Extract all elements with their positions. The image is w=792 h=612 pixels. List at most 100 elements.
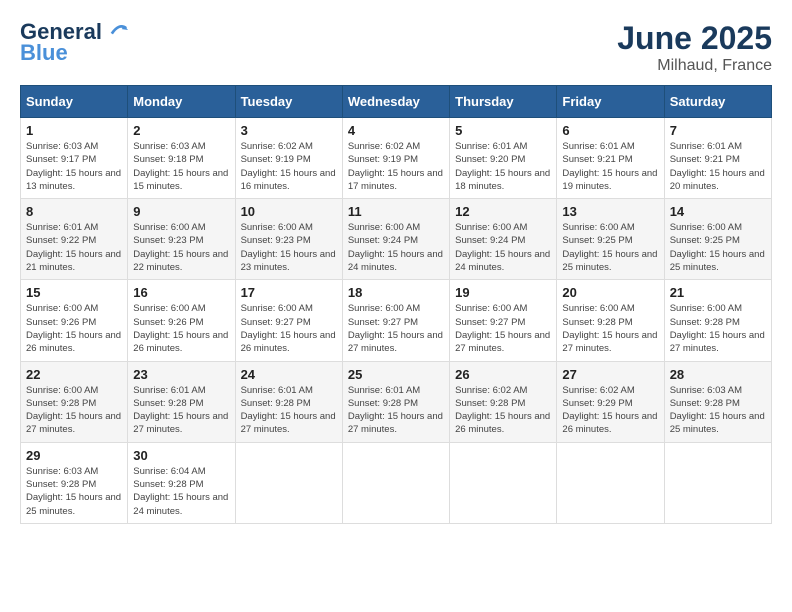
week-row-next: 22 Sunrise: 6:00 AM Sunset: 9:28 PM Dayl… — [21, 361, 772, 442]
day-number: 11 — [348, 204, 444, 219]
day-info: Sunrise: 6:00 AM Sunset: 9:27 PM Dayligh… — [455, 302, 551, 355]
day-info: Sunrise: 6:01 AM Sunset: 9:22 PM Dayligh… — [26, 221, 122, 274]
day-number: 6 — [562, 123, 658, 138]
day-info: Sunrise: 6:03 AM Sunset: 9:18 PM Dayligh… — [133, 140, 229, 193]
day-info: Sunrise: 6:01 AM Sunset: 9:20 PM Dayligh… — [455, 140, 551, 193]
empty-cell — [450, 442, 557, 523]
logo-icon — [110, 21, 128, 39]
day-number: 14 — [670, 204, 766, 219]
day-info: Sunrise: 6:00 AM Sunset: 9:24 PM Dayligh… — [455, 221, 551, 274]
day-info: Sunrise: 6:01 AM Sunset: 9:28 PM Dayligh… — [133, 384, 229, 437]
logo: General Blue — [20, 20, 128, 66]
day-info: Sunrise: 6:00 AM Sunset: 9:28 PM Dayligh… — [670, 302, 766, 355]
day-number: 15 — [26, 285, 122, 300]
day-cell-25: 25 Sunrise: 6:01 AM Sunset: 9:28 PM Dayl… — [342, 361, 449, 442]
day-number: 19 — [455, 285, 551, 300]
day-cell-30: 30 Sunrise: 6:04 AM Sunset: 9:28 PM Dayl… — [128, 442, 235, 523]
day-number: 21 — [670, 285, 766, 300]
day-info: Sunrise: 6:01 AM Sunset: 9:21 PM Dayligh… — [670, 140, 766, 193]
day-info: Sunrise: 6:02 AM Sunset: 9:29 PM Dayligh… — [562, 384, 658, 437]
day-cell-12: 12 Sunrise: 6:00 AM Sunset: 9:24 PM Dayl… — [450, 199, 557, 280]
location-title: Milhaud, France — [617, 57, 772, 75]
day-number: 20 — [562, 285, 658, 300]
header-friday: Friday — [557, 86, 664, 118]
day-info: Sunrise: 6:00 AM Sunset: 9:28 PM Dayligh… — [26, 384, 122, 437]
day-cell-1: 1 Sunrise: 6:03 AM Sunset: 9:17 PM Dayli… — [21, 118, 128, 199]
day-number: 2 — [133, 123, 229, 138]
day-number: 3 — [241, 123, 337, 138]
empty-cell — [235, 442, 342, 523]
header: General Blue June 2025 Milhaud, France — [20, 20, 772, 75]
day-number: 9 — [133, 204, 229, 219]
day-number: 5 — [455, 123, 551, 138]
calendar: Sunday Monday Tuesday Wednesday Thursday… — [20, 85, 772, 524]
day-cell-6: 6 Sunrise: 6:01 AM Sunset: 9:21 PM Dayli… — [557, 118, 664, 199]
day-cell-15: 15 Sunrise: 6:00 AM Sunset: 9:26 PM Dayl… — [21, 280, 128, 361]
day-cell-27: 27 Sunrise: 6:02 AM Sunset: 9:29 PM Dayl… — [557, 361, 664, 442]
day-info: Sunrise: 6:04 AM Sunset: 9:28 PM Dayligh… — [133, 465, 229, 518]
day-info: Sunrise: 6:01 AM Sunset: 9:28 PM Dayligh… — [241, 384, 337, 437]
day-cell-21: 21 Sunrise: 6:00 AM Sunset: 9:28 PM Dayl… — [664, 280, 771, 361]
day-number: 28 — [670, 367, 766, 382]
header-monday: Monday — [128, 86, 235, 118]
week-row-1: 1 Sunrise: 6:03 AM Sunset: 9:17 PM Dayli… — [21, 118, 772, 199]
day-number: 24 — [241, 367, 337, 382]
day-number: 13 — [562, 204, 658, 219]
title-area: June 2025 Milhaud, France — [617, 20, 772, 75]
day-cell-16: 16 Sunrise: 6:00 AM Sunset: 9:26 PM Dayl… — [128, 280, 235, 361]
day-number: 16 — [133, 285, 229, 300]
day-cell-29: 29 Sunrise: 6:03 AM Sunset: 9:28 PM Dayl… — [21, 442, 128, 523]
day-info: Sunrise: 6:00 AM Sunset: 9:27 PM Dayligh… — [348, 302, 444, 355]
header-sunday: Sunday — [21, 86, 128, 118]
day-info: Sunrise: 6:03 AM Sunset: 9:17 PM Dayligh… — [26, 140, 122, 193]
day-number: 23 — [133, 367, 229, 382]
day-cell-13: 13 Sunrise: 6:00 AM Sunset: 9:25 PM Dayl… — [557, 199, 664, 280]
day-cell-19: 19 Sunrise: 6:00 AM Sunset: 9:27 PM Dayl… — [450, 280, 557, 361]
week-row-next: 15 Sunrise: 6:00 AM Sunset: 9:26 PM Dayl… — [21, 280, 772, 361]
day-cell-28: 28 Sunrise: 6:03 AM Sunset: 9:28 PM Dayl… — [664, 361, 771, 442]
day-number: 1 — [26, 123, 122, 138]
day-info: Sunrise: 6:00 AM Sunset: 9:24 PM Dayligh… — [348, 221, 444, 274]
day-info: Sunrise: 6:00 AM Sunset: 9:26 PM Dayligh… — [26, 302, 122, 355]
weekday-header-row: Sunday Monday Tuesday Wednesday Thursday… — [21, 86, 772, 118]
month-title: June 2025 — [617, 20, 772, 57]
day-info: Sunrise: 6:00 AM Sunset: 9:25 PM Dayligh… — [670, 221, 766, 274]
day-number: 12 — [455, 204, 551, 219]
day-number: 10 — [241, 204, 337, 219]
header-saturday: Saturday — [664, 86, 771, 118]
day-cell-11: 11 Sunrise: 6:00 AM Sunset: 9:24 PM Dayl… — [342, 199, 449, 280]
week-row-next: 8 Sunrise: 6:01 AM Sunset: 9:22 PM Dayli… — [21, 199, 772, 280]
day-info: Sunrise: 6:00 AM Sunset: 9:26 PM Dayligh… — [133, 302, 229, 355]
day-info: Sunrise: 6:00 AM Sunset: 9:25 PM Dayligh… — [562, 221, 658, 274]
day-cell-3: 3 Sunrise: 6:02 AM Sunset: 9:19 PM Dayli… — [235, 118, 342, 199]
day-info: Sunrise: 6:03 AM Sunset: 9:28 PM Dayligh… — [670, 384, 766, 437]
day-number: 30 — [133, 448, 229, 463]
day-info: Sunrise: 6:03 AM Sunset: 9:28 PM Dayligh… — [26, 465, 122, 518]
day-info: Sunrise: 6:02 AM Sunset: 9:28 PM Dayligh… — [455, 384, 551, 437]
day-cell-22: 22 Sunrise: 6:00 AM Sunset: 9:28 PM Dayl… — [21, 361, 128, 442]
day-info: Sunrise: 6:01 AM Sunset: 9:28 PM Dayligh… — [348, 384, 444, 437]
day-cell-26: 26 Sunrise: 6:02 AM Sunset: 9:28 PM Dayl… — [450, 361, 557, 442]
day-info: Sunrise: 6:02 AM Sunset: 9:19 PM Dayligh… — [241, 140, 337, 193]
day-info: Sunrise: 6:00 AM Sunset: 9:23 PM Dayligh… — [241, 221, 337, 274]
day-cell-17: 17 Sunrise: 6:00 AM Sunset: 9:27 PM Dayl… — [235, 280, 342, 361]
day-info: Sunrise: 6:02 AM Sunset: 9:19 PM Dayligh… — [348, 140, 444, 193]
day-cell-23: 23 Sunrise: 6:01 AM Sunset: 9:28 PM Dayl… — [128, 361, 235, 442]
header-thursday: Thursday — [450, 86, 557, 118]
day-info: Sunrise: 6:00 AM Sunset: 9:28 PM Dayligh… — [562, 302, 658, 355]
day-number: 27 — [562, 367, 658, 382]
day-info: Sunrise: 6:00 AM Sunset: 9:27 PM Dayligh… — [241, 302, 337, 355]
day-cell-10: 10 Sunrise: 6:00 AM Sunset: 9:23 PM Dayl… — [235, 199, 342, 280]
day-info: Sunrise: 6:01 AM Sunset: 9:21 PM Dayligh… — [562, 140, 658, 193]
day-cell-7: 7 Sunrise: 6:01 AM Sunset: 9:21 PM Dayli… — [664, 118, 771, 199]
day-cell-5: 5 Sunrise: 6:01 AM Sunset: 9:20 PM Dayli… — [450, 118, 557, 199]
day-number: 25 — [348, 367, 444, 382]
day-cell-14: 14 Sunrise: 6:00 AM Sunset: 9:25 PM Dayl… — [664, 199, 771, 280]
day-cell-24: 24 Sunrise: 6:01 AM Sunset: 9:28 PM Dayl… — [235, 361, 342, 442]
day-number: 22 — [26, 367, 122, 382]
day-number: 29 — [26, 448, 122, 463]
empty-cell — [342, 442, 449, 523]
day-cell-8: 8 Sunrise: 6:01 AM Sunset: 9:22 PM Dayli… — [21, 199, 128, 280]
day-number: 4 — [348, 123, 444, 138]
day-number: 18 — [348, 285, 444, 300]
